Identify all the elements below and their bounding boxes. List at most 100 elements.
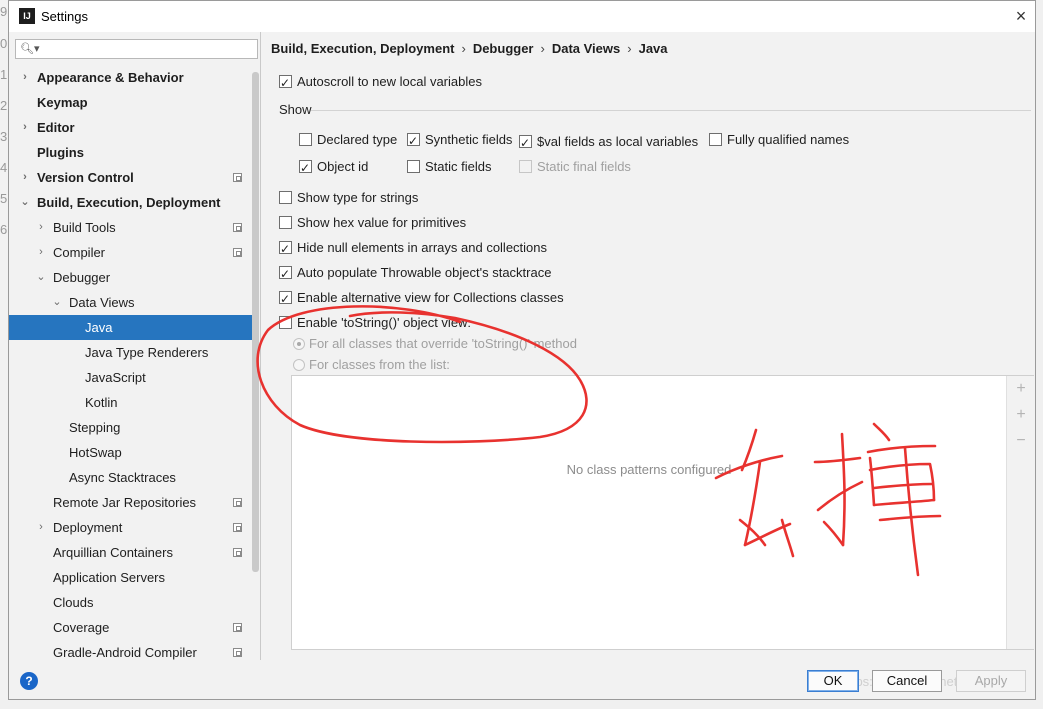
sidebar-item-application-servers[interactable]: Application Servers bbox=[9, 565, 252, 590]
sidebar-item-label: Keymap bbox=[37, 95, 88, 110]
class-pattern-list[interactable]: No class patterns configured + + − bbox=[291, 375, 1035, 650]
breadcrumb: Build, Execution, Deployment › Debugger › Da… bbox=[271, 41, 668, 56]
sidebar-item-stepping[interactable]: Stepping bbox=[9, 415, 252, 440]
gutter-number: 6 bbox=[0, 222, 8, 237]
title-bar: IJ Settings × bbox=[9, 1, 1035, 32]
checkbox-box[interactable] bbox=[299, 158, 312, 178]
checkbox-label: Synthetic fields bbox=[425, 132, 513, 147]
remove-icon[interactable]: − bbox=[1013, 432, 1029, 450]
settings-sidebar: 🔍︎▾ › Appearance & Behavior Keymap › Editor P… bbox=[9, 32, 261, 660]
sidebar-item-clouds[interactable]: Clouds bbox=[9, 590, 252, 615]
sidebar-item-java-type-renderers[interactable]: Java Type Renderers bbox=[9, 340, 252, 365]
chevron-down-icon[interactable]: ⌄ bbox=[51, 290, 63, 315]
sidebar-item-coverage[interactable]: Coverage bbox=[9, 615, 252, 640]
chevron-right-icon[interactable]: › bbox=[19, 115, 31, 140]
sidebar-item-kotlin[interactable]: Kotlin bbox=[9, 390, 252, 415]
project-scope-icon bbox=[233, 523, 242, 532]
breadcrumb-item: Debugger bbox=[472, 41, 534, 56]
gutter-number: 9 bbox=[0, 4, 8, 19]
checkbox-box[interactable] bbox=[519, 133, 532, 153]
sidebar-item-label: Java Type Renderers bbox=[85, 345, 209, 360]
sidebar-item-deployment[interactable]: › Deployment bbox=[9, 515, 252, 540]
search-icon: 🔍︎▾ bbox=[20, 43, 40, 55]
checkbox-box[interactable] bbox=[279, 264, 292, 284]
chevron-right-icon[interactable]: › bbox=[35, 515, 47, 540]
add-icon[interactable]: + bbox=[1013, 380, 1029, 398]
sidebar-item-data-views[interactable]: ⌄ Data Views bbox=[9, 290, 252, 315]
checkbox-box[interactable] bbox=[279, 239, 292, 259]
sidebar-item-label: HotSwap bbox=[69, 445, 122, 460]
empty-list-text: No class patterns configured bbox=[566, 462, 732, 477]
checkbox-box[interactable] bbox=[407, 131, 420, 151]
sidebar-item-label: Clouds bbox=[53, 595, 94, 610]
sidebar-item-hotswap[interactable]: HotSwap bbox=[9, 440, 252, 465]
ok-button[interactable]: OK bbox=[807, 670, 859, 692]
help-button[interactable]: ? bbox=[20, 672, 38, 690]
sidebar-item-build-tools[interactable]: › Build Tools bbox=[9, 215, 252, 240]
project-scope-icon bbox=[233, 623, 242, 632]
sidebar-item-label: Coverage bbox=[53, 620, 110, 635]
checkbox-box[interactable] bbox=[709, 133, 722, 146]
breadcrumb-item: Data Views bbox=[551, 41, 621, 56]
chevron-down-icon[interactable]: ⌄ bbox=[35, 265, 47, 290]
radio-dot[interactable] bbox=[293, 338, 305, 350]
breadcrumb-item: Build, Execution, Deployment bbox=[271, 41, 455, 56]
sidebar-item-label: Arquillian Containers bbox=[53, 545, 173, 560]
chevron-right-icon[interactable]: › bbox=[35, 240, 47, 265]
sidebar-item-label: Remote Jar Repositories bbox=[53, 495, 197, 510]
chevron-right-icon[interactable]: › bbox=[19, 165, 31, 190]
gutter-number: 5 bbox=[0, 191, 8, 206]
chevron-down-icon[interactable]: ⌄ bbox=[19, 190, 31, 215]
add-pattern-icon[interactable]: + bbox=[1013, 406, 1029, 424]
project-scope-icon bbox=[233, 548, 242, 557]
radio-dot[interactable] bbox=[293, 359, 305, 371]
checkbox-box[interactable] bbox=[279, 216, 292, 229]
project-scope-icon bbox=[233, 223, 242, 232]
sidebar-item-label: Kotlin bbox=[85, 395, 118, 410]
sidebar-item-debugger[interactable]: ⌄ Debugger bbox=[9, 265, 252, 290]
close-button[interactable]: × bbox=[1009, 5, 1033, 27]
sidebar-item-label: Stepping bbox=[69, 420, 121, 435]
checkbox-box[interactable] bbox=[519, 160, 532, 173]
project-scope-icon bbox=[233, 648, 242, 657]
checkbox-box[interactable] bbox=[299, 133, 312, 146]
checkbox-label: Hide null elements in arrays and collect… bbox=[297, 240, 548, 255]
sidebar-item-plugins[interactable]: Plugins bbox=[9, 140, 252, 165]
background-editor-bottom bbox=[0, 700, 1043, 709]
sidebar-item-label: Java bbox=[85, 320, 113, 335]
checkbox-box[interactable] bbox=[279, 191, 292, 204]
sidebar-item-appearance-behavior[interactable]: › Appearance & Behavior bbox=[9, 65, 252, 90]
dialog-button-bar: ? https://blog.csdn.net/smile168 OK Canc… bbox=[9, 660, 1035, 699]
search-input[interactable]: 🔍︎▾ bbox=[15, 39, 258, 59]
project-scope-icon bbox=[233, 498, 242, 507]
chevron-right-icon[interactable]: › bbox=[35, 215, 47, 240]
sidebar-item-label: Compiler bbox=[53, 245, 106, 260]
checkbox-label: Auto populate Throwable object's stacktr… bbox=[297, 265, 552, 280]
checkbox-box[interactable] bbox=[279, 316, 292, 329]
sidebar-scrollbar[interactable] bbox=[252, 72, 259, 572]
apply-button[interactable]: Apply bbox=[956, 670, 1026, 692]
sidebar-item-build-execution-deployment[interactable]: ⌄ Build, Execution, Deployment bbox=[9, 190, 252, 215]
checkbox-box[interactable] bbox=[279, 73, 292, 93]
sidebar-item-label: Deployment bbox=[53, 520, 123, 535]
sidebar-item-arquillian-containers[interactable]: Arquillian Containers bbox=[9, 540, 252, 565]
checkbox-label: Show hex value for primitives bbox=[297, 215, 467, 230]
sidebar-item-compiler[interactable]: › Compiler bbox=[9, 240, 252, 265]
sidebar-item-keymap[interactable]: Keymap bbox=[9, 90, 252, 115]
sidebar-item-remote-jar-repositories[interactable]: Remote Jar Repositories bbox=[9, 490, 252, 515]
sidebar-item-javascript[interactable]: JavaScript bbox=[9, 365, 252, 390]
sidebar-item-async-stacktraces[interactable]: Async Stacktraces bbox=[9, 465, 252, 490]
checkbox-label: Object id bbox=[317, 159, 369, 174]
checkbox-box[interactable] bbox=[407, 160, 420, 173]
radio-label: For classes from the list: bbox=[309, 357, 450, 372]
checkbox-box[interactable] bbox=[279, 289, 292, 309]
sidebar-item-label: Version Control bbox=[37, 170, 134, 185]
sidebar-item-label: Editor bbox=[37, 120, 75, 135]
chevron-right-icon[interactable]: › bbox=[19, 65, 31, 90]
sidebar-item-version-control[interactable]: › Version Control bbox=[9, 165, 252, 190]
checkbox-label: Declared type bbox=[317, 132, 398, 147]
sidebar-item-java[interactable]: Java bbox=[9, 315, 252, 340]
sidebar-item-label: Async Stacktraces bbox=[69, 470, 176, 485]
sidebar-item-editor[interactable]: › Editor bbox=[9, 115, 252, 140]
cancel-button[interactable]: Cancel bbox=[872, 670, 942, 692]
